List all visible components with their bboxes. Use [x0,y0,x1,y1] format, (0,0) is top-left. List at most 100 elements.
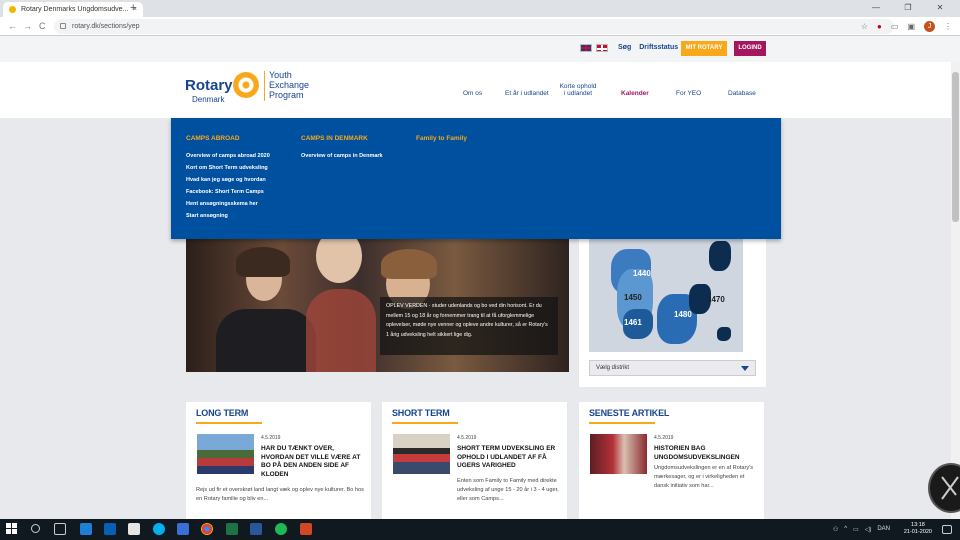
bookmark-star-icon[interactable]: ☆ [861,22,868,31]
district-select-value: Vælg distrikt [596,365,630,371]
floating-dial-widget[interactable] [928,463,960,513]
chrome-icon[interactable] [201,523,213,535]
card-date: 4.5.2019 [261,435,281,441]
taskbar-clock[interactable]: 13:18 21-01-2020 [904,522,932,536]
notifications-icon[interactable] [942,525,952,534]
login-button[interactable]: LOGIND [734,41,766,56]
extension-icon[interactable]: ● [877,22,882,31]
maximize-icon[interactable]: ❐ [892,0,924,17]
mega-link[interactable]: Overview of camps abroad 2020 [186,150,270,162]
card-long-term[interactable]: LONG TERM 4.5.2019 HAR DU TÆNKT OVER, HV… [186,402,371,520]
card-title[interactable]: HISTORIEN BAG UNGDOMSUDVEKSLINGEN [654,445,759,462]
card-heading: LONG TERM [196,408,249,418]
mega-column-heading[interactable]: CAMPS ABROAD [186,135,270,142]
network-icon[interactable]: ▭ [853,526,859,533]
close-window-icon[interactable]: ✕ [924,0,956,17]
chevron-down-icon [741,366,749,371]
app-icon[interactable] [177,523,189,535]
card-date: 4.5.2019 [654,435,674,441]
mega-column-camps-denmark: CAMPS IN DENMARK Overview of camps in De… [301,135,383,162]
new-tab-button[interactable]: + [130,1,142,15]
card-thumbnail[interactable] [393,434,450,474]
mega-link[interactable]: Kort om Short Term udveksling [186,162,270,174]
mega-column-heading[interactable]: Family to Family [416,135,467,142]
mega-link[interactable]: Facebook: Short Term Camps [186,186,270,198]
address-bar-row: ← → C rotary.dk/sections/yep ☆ ● ▭ ▣ J ⋮ [0,17,960,36]
card-body: Ungdomsudvekslingen er en af Rotary's mæ… [654,465,754,489]
forward-icon[interactable]: → [23,19,32,33]
extension-icon[interactable]: ▭ [891,22,899,31]
district-label: 1461 [624,318,642,327]
heading-underline [392,422,458,424]
heading-underline [196,422,262,424]
danish-flag-icon[interactable] [596,44,608,52]
district-label: 1440 [633,269,651,278]
nav-item-for-yeo[interactable]: For YEO [676,90,701,97]
powerpoint-icon[interactable] [300,523,312,535]
file-explorer-icon[interactable] [128,523,140,535]
window-controls: — ❐ ✕ [860,0,956,17]
mega-column-heading[interactable]: CAMPS IN DENMARK [301,135,383,142]
extension-icons: ☆ ● ▭ ▣ J ⋮ [861,19,952,34]
mega-link[interactable]: Hvad kan jeg søge og hvordan [186,174,270,186]
card-title[interactable]: HAR DU TÆNKT OVER, HVORDAN DET VILLE VÆR… [261,445,366,479]
card-body: Enten som Family to Family med direkte u… [457,478,559,502]
card-latest-article[interactable]: SENESTE ARTIKEL 4.5.2019 HISTORIEN BAG U… [579,402,764,520]
extension-icon[interactable]: ▣ [907,22,915,31]
card-thumbnail[interactable] [590,434,647,474]
minimize-icon[interactable]: — [860,0,892,17]
district-label: 1450 [624,293,642,302]
nav-item-database[interactable]: Database [728,90,756,97]
language-flags [580,44,608,52]
rotary-logo[interactable]: Rotary Denmark Youth Exchange Program [185,70,315,110]
mega-column-camps-abroad: CAMPS ABROAD Overview of camps abroad 20… [186,135,270,222]
language-indicator[interactable]: DAN [877,526,890,533]
main-navigation: Om os Et år i udlandet Korte ophold i ud… [455,82,765,106]
url-input[interactable]: rotary.dk/sections/yep [54,19,894,34]
system-tray: ⚇ ^ ▭ ◁) DAN [833,526,890,533]
nav-item-et-aar[interactable]: Et år i udlandet [505,90,549,97]
browser-tab[interactable]: Rotary Denmarks Ungdomsudve... × [3,2,143,17]
back-icon[interactable]: ← [8,19,17,33]
volume-icon[interactable]: ◁) [865,526,872,533]
profile-avatar[interactable]: J [924,21,935,32]
district-label: 1480 [674,310,692,319]
hero-caption: OPLEV VERDEN - studer udenlands og bo ve… [380,297,558,355]
windows-start-icon[interactable] [6,523,18,535]
nav-item-korte-ophold[interactable]: Korte ophold i udlandet [558,83,598,97]
word-icon[interactable] [250,523,262,535]
task-view-icon[interactable] [54,523,66,535]
excel-icon[interactable] [226,523,238,535]
scrollbar-thumb[interactable] [952,72,959,222]
search-icon[interactable] [31,524,40,533]
skype-icon[interactable] [153,523,165,535]
mega-link[interactable]: Overview of camps in Denmark [301,150,383,162]
chevron-up-icon[interactable]: ^ [844,526,847,533]
outlook-icon[interactable] [104,523,116,535]
logo-rotary-text: Rotary [185,77,233,94]
mega-menu-dropdown: CAMPS ABROAD Overview of camps abroad 20… [171,118,781,239]
uk-flag-icon[interactable] [580,44,592,52]
status-link[interactable]: Driftsstatus [639,43,678,53]
nav-item-kalender[interactable]: Kalender [621,90,649,97]
district-label: 1470 [707,295,725,304]
people-icon[interactable]: ⚇ [833,526,838,533]
spotify-icon[interactable] [275,523,287,535]
mega-link[interactable]: Start ansøgning [186,210,270,222]
denmark-district-map[interactable]: 1440 1450 1470 1461 1480 [589,239,743,352]
nav-item-om-os[interactable]: Om os [463,90,482,97]
card-short-term[interactable]: SHORT TERM 4.5.2019 SHORT TERM UDVEKSLIN… [382,402,567,520]
edge-icon[interactable] [80,523,92,535]
mega-link[interactable]: Hent ansøgningsskema her [186,198,270,210]
logo-divider [264,71,265,101]
district-select[interactable]: Vælg distrikt [589,360,756,376]
my-rotary-button[interactable]: MIT ROTARY [681,41,727,56]
card-title[interactable]: SHORT TERM UDVEKSLING ER OPHOLD I UDLAND… [457,445,562,471]
reload-icon[interactable]: C [39,19,46,33]
card-thumbnail[interactable] [197,434,254,474]
windows-taskbar: ⚇ ^ ▭ ◁) DAN 13:18 21-01-2020 [0,519,960,540]
search-link[interactable]: Søg [618,43,631,53]
menu-kebab-icon[interactable]: ⋮ [944,22,952,31]
utility-bar [0,36,960,62]
utility-links: Søg Driftsstatus [618,43,678,53]
